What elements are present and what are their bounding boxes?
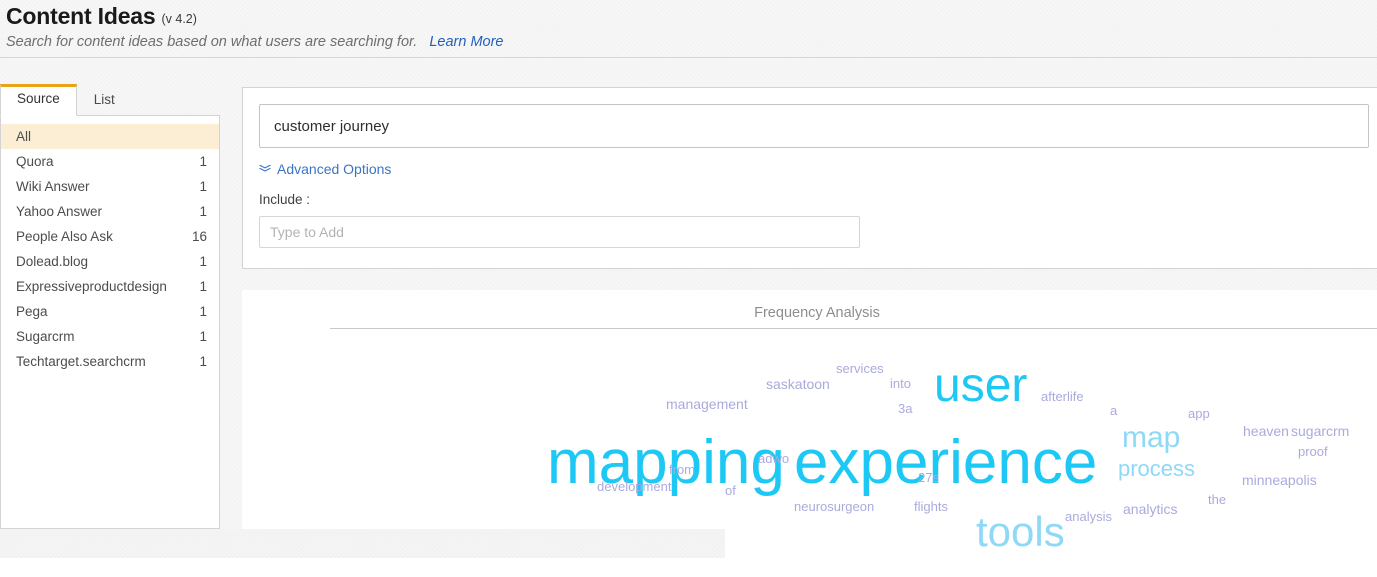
cloud-word[interactable]: map bbox=[1122, 423, 1180, 453]
chevron-down-icon bbox=[258, 164, 272, 175]
advanced-options-toggle[interactable]: Advanced Options bbox=[259, 161, 391, 177]
cloud-word[interactable]: the bbox=[1208, 493, 1226, 506]
source-item[interactable]: Quora 1 bbox=[1, 149, 219, 174]
source-item[interactable]: Wiki Answer 1 bbox=[1, 174, 219, 199]
source-item-count: 1 bbox=[199, 254, 207, 269]
source-item-count: 1 bbox=[199, 279, 207, 294]
page-footer bbox=[0, 558, 1377, 577]
cloud-word[interactable]: app bbox=[1188, 407, 1210, 420]
source-item-label: Techtarget.searchcrm bbox=[16, 354, 146, 369]
frequency-analysis-title: Frequency Analysis bbox=[754, 305, 880, 321]
include-label: Include : bbox=[259, 192, 311, 207]
search-input[interactable] bbox=[259, 104, 1369, 148]
source-item-label: All bbox=[16, 129, 32, 144]
cloud-word[interactable]: from bbox=[669, 463, 695, 476]
source-item-label: Sugarcrm bbox=[16, 329, 75, 344]
source-item-label: Expressiveproductdesign bbox=[16, 279, 167, 294]
source-item-count: 1 bbox=[199, 179, 207, 194]
cloud-word[interactable]: sugarcrm bbox=[1291, 424, 1349, 438]
cloud-word[interactable]: afterlife bbox=[1041, 390, 1084, 403]
include-input[interactable] bbox=[259, 216, 860, 248]
source-item-count: 1 bbox=[199, 329, 207, 344]
source-item-label: Yahoo Answer bbox=[16, 204, 103, 219]
source-item[interactable]: Expressiveproductdesign 1 bbox=[1, 274, 219, 299]
frequency-analysis-panel: Frequency Analysis mapping experience user… bbox=[242, 290, 1377, 558]
source-item[interactable]: Pega 1 bbox=[1, 299, 219, 324]
cloud-word[interactable]: proof bbox=[1298, 445, 1328, 458]
source-item-count: 1 bbox=[199, 204, 207, 219]
source-item[interactable]: Dolead.blog 1 bbox=[1, 249, 219, 274]
source-item-label: Dolead.blog bbox=[16, 254, 89, 269]
word-cloud: mapping experience user tools map process mana… bbox=[242, 332, 1377, 558]
title-row: Content Ideas (v 4.2) bbox=[6, 2, 1377, 30]
source-item[interactable]: Yahoo Answer 1 bbox=[1, 199, 219, 224]
cloud-word[interactable]: neurosurgeon bbox=[794, 500, 874, 513]
cloud-word[interactable]: development bbox=[597, 480, 671, 493]
cloud-word[interactable]: into bbox=[890, 377, 911, 390]
cloud-word[interactable]: of bbox=[725, 484, 736, 497]
title-divider bbox=[330, 328, 1377, 329]
cloud-word[interactable]: services bbox=[836, 362, 884, 375]
cloud-word[interactable]: a bbox=[1110, 404, 1117, 417]
cloud-word[interactable]: flights bbox=[914, 500, 948, 513]
source-item[interactable]: Techtarget.searchcrm 1 bbox=[1, 349, 219, 374]
advanced-options-label: Advanced Options bbox=[277, 161, 392, 177]
tab-source[interactable]: Source bbox=[0, 84, 77, 116]
source-item-count: 1 bbox=[199, 354, 207, 369]
source-tab-panel: All Quora 1 Wiki Answer 1 Yahoo Answer 1 People… bbox=[0, 115, 220, 529]
cloud-word[interactable]: process bbox=[1118, 458, 1195, 480]
source-item-label: People Also Ask bbox=[16, 229, 113, 244]
page-subtitle: Search for content ideas based on what u… bbox=[6, 34, 418, 50]
source-item-count: 1 bbox=[199, 304, 207, 319]
learn-more-link[interactable]: Learn More bbox=[429, 32, 503, 52]
source-item-label: Pega bbox=[16, 304, 48, 319]
cloud-word[interactable]: analysis bbox=[1065, 510, 1112, 523]
cloud-word[interactable]: heaven bbox=[1243, 424, 1289, 438]
source-item-label: Quora bbox=[16, 154, 54, 169]
source-item[interactable]: Sugarcrm 1 bbox=[1, 324, 219, 349]
app-version-label: (v 4.2) bbox=[161, 12, 197, 26]
source-item-count: 1 bbox=[199, 154, 207, 169]
app-root: Content Ideas (v 4.2) Search for content… bbox=[0, 0, 1377, 577]
source-item-label: Wiki Answer bbox=[16, 179, 90, 194]
cloud-word[interactable]: user bbox=[934, 362, 1027, 410]
source-list: All Quora 1 Wiki Answer 1 Yahoo Answer 1 People… bbox=[1, 124, 219, 374]
search-panel: Advanced Options Include : bbox=[242, 87, 1377, 269]
source-item[interactable]: People Also Ask 16 bbox=[1, 224, 219, 249]
cloud-word[interactable]: analytics bbox=[1123, 502, 1177, 516]
source-item-count: 16 bbox=[191, 229, 207, 244]
sidebar-tabs: Source List bbox=[0, 84, 220, 116]
cloud-word[interactable]: minneapolis bbox=[1242, 473, 1317, 487]
background-band bbox=[0, 529, 725, 558]
cloud-word[interactable]: saskatoon bbox=[766, 377, 830, 391]
tab-list[interactable]: List bbox=[77, 85, 132, 116]
cloud-word[interactable]: 3a bbox=[898, 402, 912, 415]
cloud-word[interactable]: tools bbox=[976, 511, 1065, 553]
source-item[interactable]: All bbox=[1, 124, 219, 149]
cloud-word[interactable]: adwo bbox=[758, 452, 789, 465]
cloud-word[interactable]: management bbox=[666, 397, 748, 411]
cloud-word[interactable]: 27s bbox=[918, 471, 939, 484]
subtitle-row: Search for content ideas based on what u… bbox=[6, 32, 1377, 52]
page-title: Content Ideas bbox=[6, 3, 156, 29]
page-header: Content Ideas (v 4.2) Search for content… bbox=[0, 0, 1377, 58]
cloud-word[interactable]: experience bbox=[794, 432, 1097, 494]
sidebar: Source List All Quora 1 Wiki Answer 1 Yahoo A… bbox=[0, 84, 220, 529]
